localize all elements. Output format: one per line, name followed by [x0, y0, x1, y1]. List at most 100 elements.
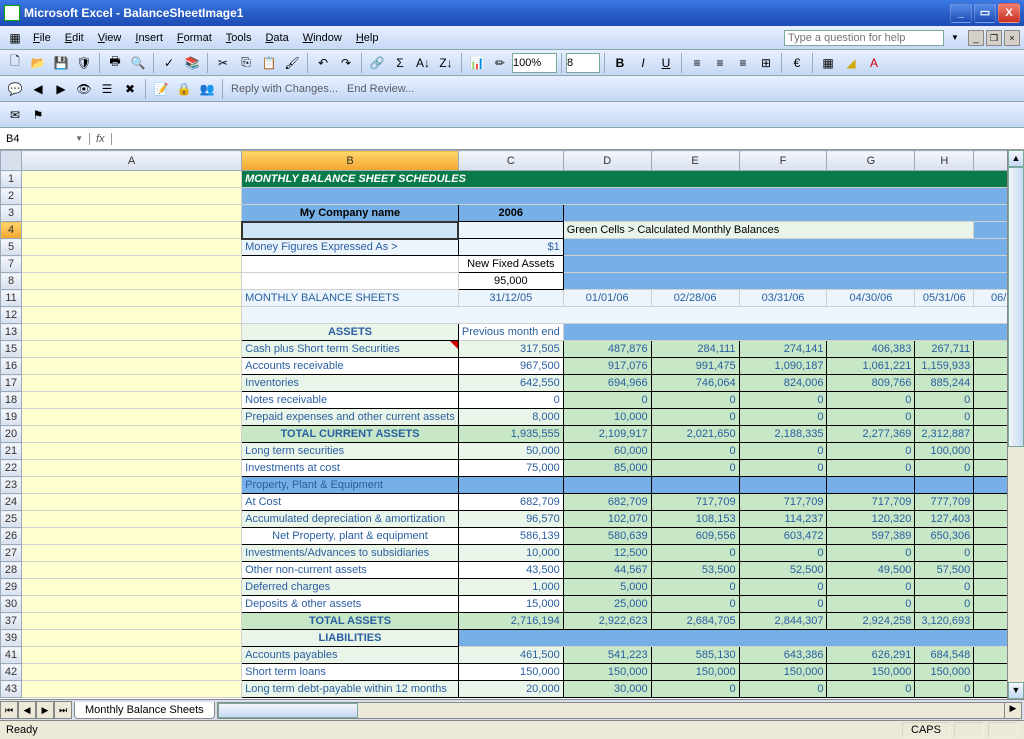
cell[interactable]: 05/31/06 [915, 290, 974, 307]
name-box[interactable]: B4 ▼ [0, 133, 90, 145]
cell[interactable]: 406,383 [827, 341, 915, 358]
format-painter-icon[interactable]: 🖌 [281, 52, 303, 74]
column-header[interactable]: B [242, 151, 459, 171]
cell[interactable]: 0 [827, 545, 915, 562]
row-header[interactable]: 3 [1, 205, 22, 222]
save-icon[interactable]: 💾 [50, 52, 72, 74]
cell[interactable]: 3,120,693 [915, 613, 974, 630]
cell[interactable]: 60,000 [563, 443, 651, 460]
cell[interactable]: 487,876 [563, 341, 651, 358]
tab-last-icon[interactable]: ⏭ [54, 701, 72, 719]
minimize-button[interactable]: _ [950, 3, 972, 23]
menu-window[interactable]: Window [296, 29, 349, 47]
cell[interactable]: 746,064 [651, 375, 739, 392]
cell[interactable]: 0 [739, 579, 827, 596]
cell[interactable]: 0 [915, 579, 974, 596]
cell[interactable]: 2,716,194 [458, 613, 563, 630]
cell[interactable]: 0 [651, 596, 739, 613]
cell[interactable]: 626,291 [827, 647, 915, 664]
cell[interactable]: 0 [827, 596, 915, 613]
cell[interactable]: 284,111 [651, 341, 739, 358]
cell[interactable]: 114,237 [739, 511, 827, 528]
cell[interactable]: 0 [563, 392, 651, 409]
flag-icon[interactable]: ⚑ [27, 104, 49, 126]
cell[interactable] [22, 358, 242, 375]
fx-icon[interactable]: fx [90, 133, 112, 145]
fontsize-combo[interactable] [566, 53, 600, 73]
mail-icon[interactable]: ✉ [4, 104, 26, 126]
cell[interactable]: 150,000 [915, 664, 974, 681]
cell[interactable] [242, 256, 459, 273]
cell[interactable]: 0 [915, 409, 974, 426]
cell[interactable]: 541,223 [563, 647, 651, 664]
cell[interactable]: Other non-current assets [242, 562, 459, 579]
cell[interactable] [22, 239, 242, 256]
cell[interactable]: 44,567 [563, 562, 651, 579]
cell[interactable]: 824,006 [739, 375, 827, 392]
cell[interactable]: 2,021,650 [651, 426, 739, 443]
row-header[interactable]: 43 [1, 681, 22, 698]
row-header[interactable]: 41 [1, 647, 22, 664]
share-icon[interactable]: 👥 [196, 78, 218, 100]
cell[interactable]: 991,475 [651, 358, 739, 375]
chart-icon[interactable]: 📊 [466, 52, 488, 74]
hyperlink-icon[interactable]: 🔗 [366, 52, 388, 74]
cell[interactable]: 150,000 [563, 664, 651, 681]
cell[interactable]: 150,000 [827, 664, 915, 681]
cell[interactable]: 2,684,705 [651, 613, 739, 630]
cell[interactable] [242, 222, 459, 239]
menu-file[interactable]: File [26, 29, 58, 47]
cell[interactable]: 2,924,258 [827, 613, 915, 630]
scroll-thumb[interactable] [1008, 167, 1024, 447]
cell[interactable]: 267,711 [915, 341, 974, 358]
vertical-scrollbar[interactable]: ▲ ▼ [1007, 150, 1024, 699]
cell[interactable]: 0 [915, 545, 974, 562]
cell[interactable]: 150,000 [458, 664, 563, 681]
cell[interactable]: 0 [739, 681, 827, 698]
cell[interactable] [458, 222, 563, 239]
scroll-up-icon[interactable]: ▲ [1008, 150, 1024, 167]
cell[interactable] [22, 307, 242, 324]
cell[interactable] [22, 494, 242, 511]
column-header[interactable]: H [915, 151, 974, 171]
cell[interactable]: 650,306 [915, 528, 974, 545]
app-icon[interactable]: ▦ [4, 27, 26, 49]
cell[interactable]: Investments/Advances to subsidiaries [242, 545, 459, 562]
next-comment-icon[interactable]: ▶ [50, 78, 72, 100]
undo-icon[interactable]: ↶ [312, 52, 334, 74]
cell[interactable]: 0 [651, 681, 739, 698]
tab-next-icon[interactable]: ▶ [36, 701, 54, 719]
cell[interactable]: $1 [458, 239, 563, 256]
cell[interactable]: 75,000 [458, 460, 563, 477]
cell[interactable]: 967,500 [458, 358, 563, 375]
redo-icon[interactable]: ↷ [335, 52, 357, 74]
copy-icon[interactable]: ⎘ [235, 52, 257, 74]
cell[interactable] [242, 188, 1024, 205]
cell[interactable] [22, 613, 242, 630]
cell[interactable] [563, 239, 1023, 256]
column-header[interactable]: G [827, 151, 915, 171]
cell[interactable] [915, 477, 974, 494]
cell[interactable]: 10,000 [563, 409, 651, 426]
cell[interactable]: 108,153 [651, 511, 739, 528]
cell[interactable] [563, 256, 1023, 273]
cell[interactable] [22, 681, 242, 698]
cell[interactable]: 682,709 [458, 494, 563, 511]
delete-comment-icon[interactable]: ✖ [119, 78, 141, 100]
cut-icon[interactable]: ✂ [212, 52, 234, 74]
row-header[interactable]: 5 [1, 239, 22, 256]
cell[interactable] [22, 545, 242, 562]
cell[interactable]: 1,159,933 [915, 358, 974, 375]
cell[interactable]: TOTAL CURRENT ASSETS [242, 426, 459, 443]
cell[interactable]: 102,070 [563, 511, 651, 528]
cell[interactable]: 717,709 [827, 494, 915, 511]
cell[interactable] [458, 477, 563, 494]
menu-edit[interactable]: Edit [58, 29, 91, 47]
research-icon[interactable]: 📚 [181, 52, 203, 74]
cell[interactable]: 0 [739, 460, 827, 477]
cell[interactable]: ASSETS [242, 324, 459, 341]
cell[interactable]: Accounts receivable [242, 358, 459, 375]
cell[interactable]: TOTAL ASSETS [242, 613, 459, 630]
row-header[interactable]: 37 [1, 613, 22, 630]
cell[interactable] [22, 579, 242, 596]
